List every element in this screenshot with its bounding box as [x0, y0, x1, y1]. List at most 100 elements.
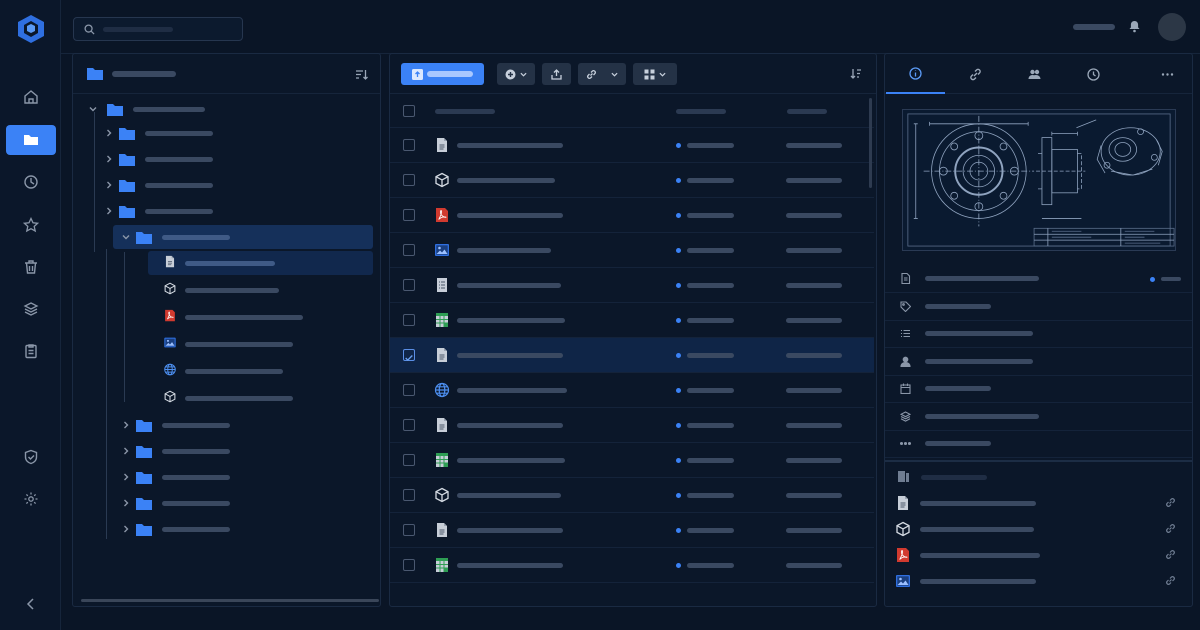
column-header-modified[interactable] — [787, 109, 827, 114]
tab-users[interactable] — [1005, 54, 1064, 94]
related-file-item[interactable] — [885, 516, 1192, 542]
table-row[interactable] — [390, 408, 874, 443]
link-icon[interactable] — [1165, 549, 1176, 560]
tree-file-node[interactable] — [73, 332, 378, 356]
table-row[interactable] — [390, 513, 874, 548]
table-row[interactable] — [390, 303, 874, 338]
tree-folder-node[interactable] — [73, 491, 378, 515]
chevron-right-icon[interactable] — [104, 180, 114, 190]
link-icon[interactable] — [1165, 497, 1176, 508]
table-row[interactable] — [390, 338, 874, 373]
row-checkbox[interactable] — [403, 489, 415, 501]
select-all-checkbox[interactable] — [403, 105, 415, 117]
home-icon — [24, 90, 38, 104]
upload-button[interactable] — [401, 63, 484, 85]
file-modified — [786, 388, 842, 393]
tab-links[interactable] — [946, 54, 1005, 94]
tree-folder-node[interactable] — [73, 465, 378, 489]
nav-tasks[interactable] — [6, 336, 56, 366]
tree-folder-node[interactable] — [73, 97, 378, 121]
link-icon[interactable] — [1165, 523, 1176, 534]
chevron-right-icon[interactable] — [104, 206, 114, 216]
table-row[interactable] — [390, 128, 874, 163]
cube-icon — [162, 390, 178, 406]
row-checkbox[interactable] — [403, 384, 415, 396]
row-checkbox[interactable] — [403, 174, 415, 186]
search-input[interactable] — [73, 17, 243, 41]
link-menu-button[interactable] — [578, 63, 626, 85]
technical-drawing-preview[interactable] — [902, 109, 1176, 251]
row-checkbox[interactable] — [403, 244, 415, 256]
chevron-right-icon[interactable] — [121, 446, 131, 456]
nav-recent[interactable] — [6, 167, 56, 197]
chevron-right-icon[interactable] — [121, 420, 131, 430]
table-row[interactable] — [390, 163, 874, 198]
row-checkbox[interactable] — [403, 279, 415, 291]
table-row[interactable] — [390, 478, 874, 513]
table-row[interactable] — [390, 233, 874, 268]
sort-icon[interactable] — [850, 68, 862, 79]
tree-folder-node[interactable] — [73, 413, 378, 437]
tab-history[interactable] — [1064, 54, 1123, 94]
horizontal-scrollbar[interactable] — [81, 599, 379, 602]
gear-icon — [24, 492, 38, 506]
tree-folder-node[interactable] — [73, 199, 378, 223]
row-checkbox[interactable] — [403, 524, 415, 536]
row-checkbox[interactable] — [403, 349, 415, 362]
vertical-scrollbar[interactable] — [869, 98, 872, 188]
row-checkbox[interactable] — [403, 139, 415, 151]
row-checkbox[interactable] — [403, 454, 415, 466]
file-name — [457, 283, 561, 288]
table-row[interactable] — [390, 443, 874, 478]
nav-home[interactable] — [6, 82, 56, 112]
row-checkbox[interactable] — [403, 209, 415, 221]
chevron-right-icon[interactable] — [104, 154, 114, 164]
collapse-rail-button[interactable] — [6, 589, 56, 619]
nav-settings[interactable] — [6, 484, 56, 514]
chevron-right-icon[interactable] — [121, 524, 131, 534]
tree-file-node[interactable] — [73, 278, 378, 302]
tab-info[interactable] — [886, 54, 945, 94]
column-header-status[interactable] — [676, 109, 726, 114]
nav-trash[interactable] — [6, 252, 56, 282]
chevron-down-icon[interactable] — [121, 232, 131, 242]
view-menu-button[interactable] — [633, 63, 677, 85]
row-checkbox[interactable] — [403, 559, 415, 571]
tree-folder-node[interactable] — [73, 439, 378, 463]
share-button[interactable] — [542, 63, 571, 85]
chevron-right-icon[interactable] — [104, 128, 114, 138]
nav-files[interactable] — [6, 125, 56, 155]
related-file-item[interactable] — [885, 490, 1192, 516]
chevron-right-icon[interactable] — [121, 472, 131, 482]
link-icon[interactable] — [1165, 575, 1176, 586]
tree-file-node[interactable] — [73, 305, 378, 329]
nav-favorites[interactable] — [6, 210, 56, 240]
tab-more[interactable] — [1138, 54, 1197, 94]
tree-file-node[interactable] — [73, 359, 378, 383]
sort-icon[interactable] — [355, 69, 368, 80]
tree-file-node[interactable] — [148, 251, 373, 275]
tree-folder-node[interactable] — [73, 517, 378, 541]
table-row[interactable] — [390, 268, 874, 303]
row-checkbox[interactable] — [403, 314, 415, 326]
tree-folder-node[interactable] — [73, 173, 378, 197]
chevron-down-icon[interactable] — [88, 104, 98, 114]
tree-file-node[interactable] — [73, 386, 378, 410]
nav-security[interactable] — [6, 442, 56, 472]
table-row[interactable] — [390, 198, 874, 233]
tree-folder-node[interactable] — [73, 121, 378, 145]
row-checkbox[interactable] — [403, 419, 415, 431]
related-file-item[interactable] — [885, 568, 1192, 594]
table-row[interactable] — [390, 373, 874, 408]
related-file-item[interactable] — [885, 542, 1192, 568]
add-menu-button[interactable] — [497, 63, 535, 85]
bell-icon[interactable] — [1128, 20, 1141, 33]
avatar[interactable] — [1158, 13, 1186, 41]
tree-folder-node[interactable] — [73, 147, 378, 171]
cube-icon — [895, 521, 911, 537]
nav-layers[interactable] — [6, 294, 56, 324]
chevron-right-icon[interactable] — [121, 498, 131, 508]
column-header-name[interactable] — [435, 109, 495, 114]
table-row[interactable] — [390, 548, 874, 583]
tree-folder-node[interactable] — [113, 225, 373, 249]
